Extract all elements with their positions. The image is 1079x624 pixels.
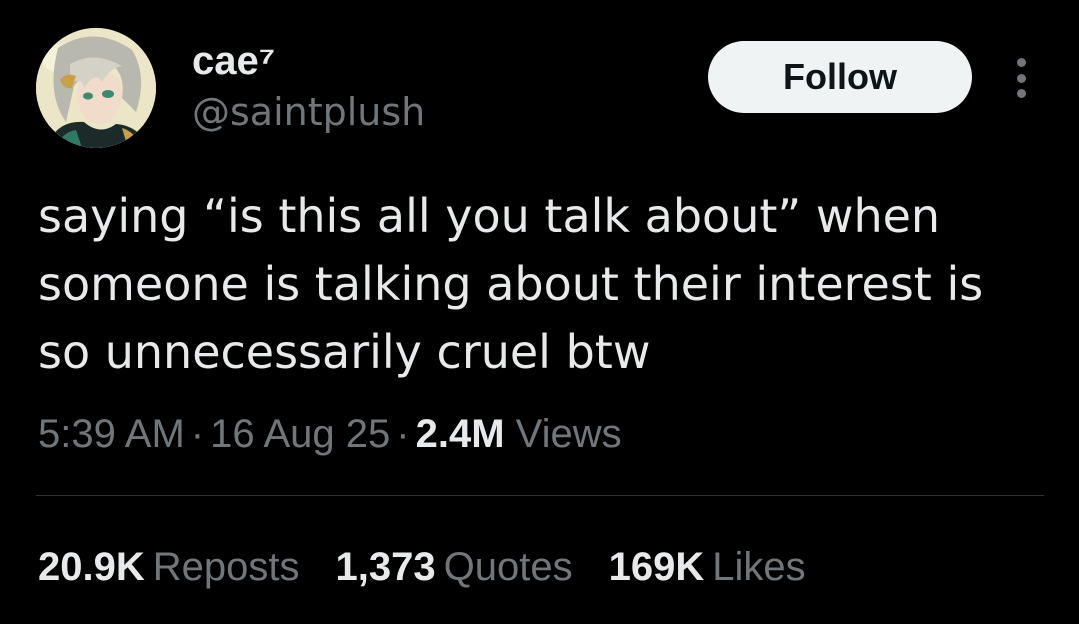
likes-label: Likes [712,545,806,589]
more-vertical-icon [1016,58,1026,67]
tweet-time[interactable]: 5:39 AM [38,412,185,456]
divider [36,495,1044,496]
tweet-date[interactable]: 16 Aug 25 [210,412,390,456]
more-vertical-icon-dot [1016,89,1026,98]
follow-button[interactable]: Follow [708,41,972,113]
separator-dot: · [396,412,410,456]
reposts-stat[interactable]: 20.9K Reposts [38,540,300,594]
views-label: Views [515,412,622,456]
separator-dot: · [190,412,205,456]
user-handle[interactable]: @saintplush [192,88,425,136]
tweet-text-line: so unnecessarily cruel btw [38,325,651,379]
tweet-text-line: someone is talking about their interest … [38,257,984,311]
engagement-stats: 20.9K Reposts 1,373 Quotes 169K Likes [38,540,806,594]
likes-stat[interactable]: 169K Likes [609,540,806,594]
more-options-button[interactable] [1001,52,1041,104]
tweet-text-line: saying “is this all you talk about” when [38,189,941,243]
avatar[interactable] [36,28,156,148]
quotes-label: Quotes [443,545,573,589]
quotes-count: 1,373 [335,545,436,589]
more-vertical-icon-dot [1016,73,1026,83]
tweet-meta: 5:39 AM · 16 Aug 25 · 2.4M Views [38,408,622,460]
reposts-count: 20.9K [38,545,145,589]
views-count: 2.4M [415,412,505,456]
anime-character-avatar-icon [36,28,156,148]
display-name[interactable]: cae⁷ [192,38,275,84]
tweet-text: saying “is this all you talk about” when… [38,182,1068,386]
likes-count: 169K [608,545,705,589]
quotes-stat[interactable]: 1,373 Quotes [336,540,573,594]
reposts-label: Reposts [152,545,300,589]
